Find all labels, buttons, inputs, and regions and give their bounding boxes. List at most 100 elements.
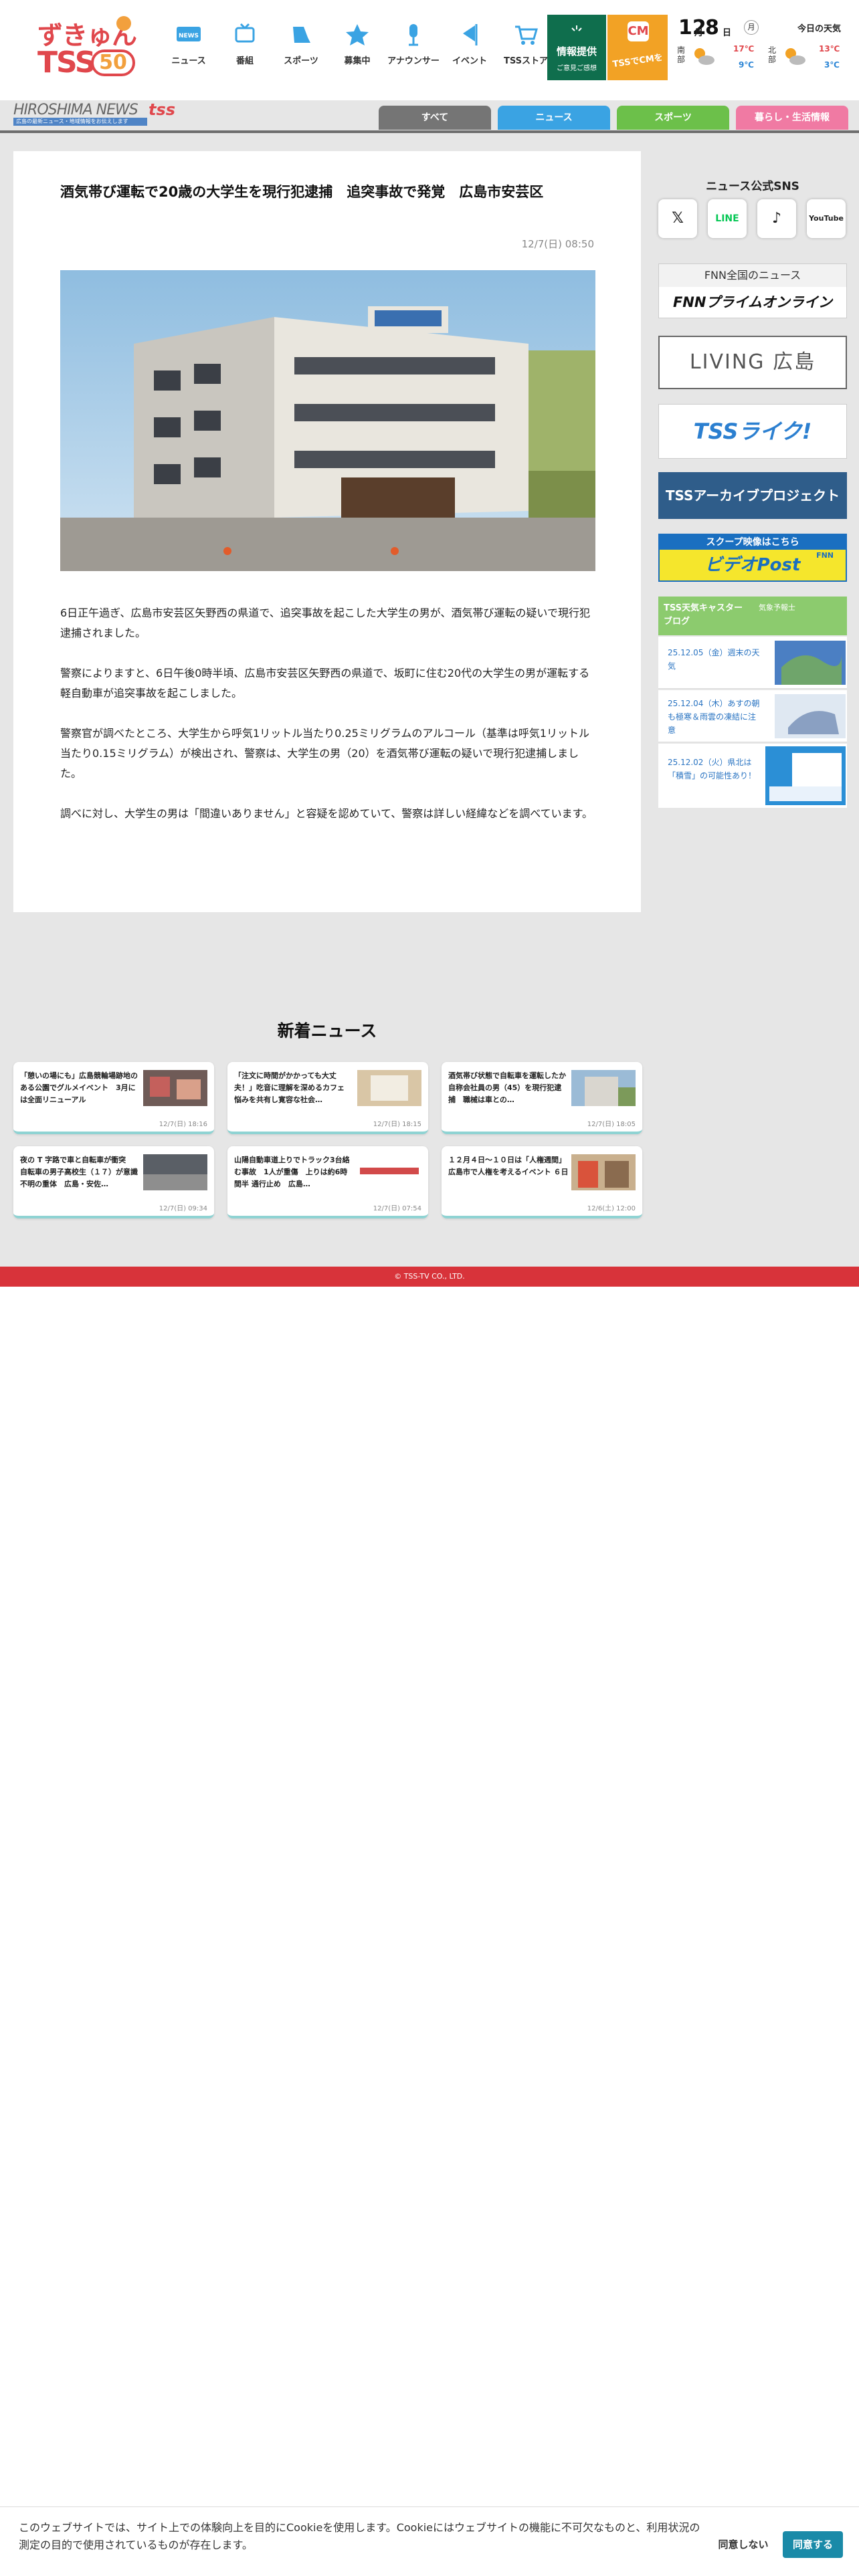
tiktok-icon[interactable]: ♪ xyxy=(757,199,796,238)
main-nav: NEWS ニュース 番組 スポーツ 募集中 アナウンサー イベント TSSストア xyxy=(161,23,554,76)
weekday-badge: 月 xyxy=(744,20,759,35)
tss-live-banner[interactable]: TSSライク! xyxy=(658,404,847,459)
nav-item-events[interactable]: イベント xyxy=(442,23,498,76)
flag-icon xyxy=(463,24,478,45)
news-card-date: 12/6(土) 12:00 xyxy=(587,1205,636,1212)
north-low-temp: 3℃ xyxy=(824,60,840,70)
nav-item-store[interactable]: TSSストア xyxy=(498,23,554,76)
weather-caster-title: TSS天気キャスター ブログ xyxy=(664,603,743,627)
cart-icon xyxy=(515,25,538,45)
news-card[interactable]: 夜の T 字路で車と自転車が衝突 自転車の男子高校生（１７）が意識不明の重体 広… xyxy=(13,1146,214,1218)
info-submission-button[interactable]: 情報提供 ご意見ご感想 xyxy=(547,15,606,80)
nav-item-programs[interactable]: 番組 xyxy=(217,23,273,76)
nav-item-label: 募集中 xyxy=(344,56,371,66)
news-card[interactable]: １２月４日～１０日は「人権週間」広島市で人権を考えるイベント ６日 12/6(土… xyxy=(442,1146,642,1218)
x-icon[interactable]: 𝕏 xyxy=(658,199,697,238)
cookie-text: このウェブサイトでは、サイト上での体験向上を目的にCookieを使用します。Co… xyxy=(19,2521,700,2551)
page-blank-area xyxy=(0,1287,859,2576)
fnn-prime-online-banner[interactable]: FNN全国のニュース FNNプライムオンライン xyxy=(658,263,847,318)
nav-item-label: 番組 xyxy=(235,56,254,66)
weather-caster-blog-banner[interactable]: TSS天気キャスター ブログ 気象予報士 xyxy=(658,597,847,635)
tab-all[interactable]: すべて xyxy=(379,106,491,130)
blog-entry-title: 25.12.02（火）県北は「積雪」の可能性あり！ xyxy=(668,758,757,780)
south-low-temp: 9℃ xyxy=(739,60,754,70)
sparkle-icon xyxy=(571,25,582,31)
video-post-banner[interactable]: スクープ映像はこちら ビデオPost FNN xyxy=(658,534,847,582)
date-day-unit: 日 xyxy=(723,28,732,38)
news-card[interactable]: 「憩いの場にも」広島競輪場跡地のある公園でグルメイベント 3月には全面リニューア… xyxy=(13,1062,214,1134)
article-body: 6日正午過ぎ、広島市安芸区矢野西の県道で、追突事故を起こした大学生の男が、酒気帯… xyxy=(60,603,595,844)
north-high-temp: 13℃ xyxy=(819,44,840,53)
fnn-banner-top: FNN全国のニュース xyxy=(659,264,846,287)
nav-item-label: スポーツ xyxy=(284,56,318,66)
nav-item-announcer[interactable]: アナウンサー xyxy=(385,23,442,76)
sun-cloud-icon xyxy=(785,48,805,65)
living-hiroshima-banner[interactable]: LIVING 広島 xyxy=(658,336,847,389)
news-card-date: 12/7(日) 18:15 xyxy=(373,1121,421,1128)
blog-entry-thumbnail xyxy=(765,746,846,805)
date-day: 8 xyxy=(705,16,719,39)
nav-item-label: TSSストア xyxy=(503,56,548,66)
nav-item-label: イベント xyxy=(452,56,487,66)
video-post-top: スクープ映像はこちら xyxy=(660,535,846,550)
news-card-title: 夜の T 字路で車と自転車が衝突 自転車の男子高校生（１７）が意識不明の重体 広… xyxy=(20,1156,138,1188)
site-logo[interactable]: ずきゅん TSS 50 xyxy=(33,15,140,82)
tab-news[interactable]: ニュース xyxy=(498,106,610,130)
cookie-accept-button[interactable]: 同意する xyxy=(783,2531,843,2558)
blog-entry[interactable]: 25.12.02（火）県北は「積雪」の可能性あり！ xyxy=(658,744,847,808)
news-card-thumbnail xyxy=(143,1154,207,1190)
news-card[interactable]: 山陽自動車道上りでトラック3台絡む事故 1人が重傷 上りは約6時間半 通行止め … xyxy=(227,1146,428,1218)
site-footer: © TSS-TV CO., LTD. xyxy=(0,1267,859,1287)
blog-entry-thumbnail xyxy=(775,694,846,738)
brand-tagline: 広島の最新ニュース・地域情報をお伝えします xyxy=(13,118,147,126)
blog-entry-title: 25.12.04（木）あすの朝も極寒＆雨雲の凍結に注意 xyxy=(668,699,760,735)
nav-item-label: アナウンサー xyxy=(387,56,440,66)
weather-caster-sub: 気象予報士 xyxy=(759,603,795,612)
hiroshima-news-logo[interactable]: HIROSHIMA NEWS tss 広島の最新ニュース・地域情報をお伝えします xyxy=(13,100,178,127)
news-card-date: 12/7(日) 18:05 xyxy=(587,1121,636,1128)
news-card-date: 12/7(日) 09:34 xyxy=(159,1205,207,1212)
nav-item-news[interactable]: NEWS ニュース xyxy=(161,23,217,76)
blog-entry[interactable]: 25.12.04（木）あすの朝も極寒＆雨雲の凍結に注意 xyxy=(658,690,847,742)
logo-text-tss: TSS xyxy=(37,45,96,80)
news-card[interactable]: 酒気帯び状態で自転車を運転したか 自称会社員の男（45）を現行犯逮捕 職械は車と… xyxy=(442,1062,642,1134)
sns-title: ニュース公式SNS xyxy=(706,180,799,193)
news-card-title: １２月４日～１０日は「人権週間」広島市で人権を考えるイベント ６日 xyxy=(448,1156,569,1176)
blog-entry[interactable]: 25.12.05（金）週末の天気 xyxy=(658,637,847,689)
sports-icon xyxy=(293,27,310,43)
article-paragraph: 6日正午過ぎ、広島市安芸区矢野西の県道で、追突事故を起こした大学生の男が、酒気帯… xyxy=(60,607,590,639)
news-card-date: 12/7(日) 18:16 xyxy=(159,1121,207,1128)
microphone-icon xyxy=(409,24,418,46)
cookie-deny-button[interactable]: 同意しない xyxy=(713,2531,773,2558)
region-south: 南部 xyxy=(677,45,686,64)
info-button-sublabel: ご意見ご感想 xyxy=(557,65,597,72)
line-icon[interactable]: LINE xyxy=(708,199,747,238)
news-card-thumbnail xyxy=(571,1154,636,1190)
south-high-temp: 17℃ xyxy=(733,44,755,53)
info-button-label: 情報提供 xyxy=(556,45,597,58)
news-card-title: 酒気帯び状態で自転車を運転したか 自称会社員の男（45）を現行犯逮捕 職械は車と… xyxy=(448,1071,569,1104)
news-icon-badge: NEWS xyxy=(179,33,199,39)
weather-widget[interactable]: 12 月 8 日 月 今日の天気 南部 17℃ 9℃ 北部 13℃ 3℃ xyxy=(674,13,855,83)
news-card-thumbnail xyxy=(143,1070,207,1106)
news-card[interactable]: 「注文に時間がかかっても大丈夫！」吃音に理解を深めるカフェ 悩みを共有し寛容な社… xyxy=(227,1062,428,1134)
brand-name: HIROSHIMA NEWS xyxy=(13,102,138,118)
fnn-banner-bottom: FNNプライムオンライン xyxy=(672,294,833,310)
article-card: 酒気帯び運転で20歳の大学生を現行犯逮捕 追突事故で発覚 広島市安芸区 12/7… xyxy=(13,151,641,912)
tabs-divider xyxy=(0,130,859,133)
nav-item-recruiting[interactable]: 募集中 xyxy=(329,23,385,76)
blog-entry-thumbnail xyxy=(775,641,846,685)
star-icon xyxy=(346,24,369,45)
cm-advertising-button[interactable]: CM TSSでCMを xyxy=(607,15,668,80)
new-news-heading: 新着ニュース xyxy=(277,1021,377,1041)
video-post-fnn: FNN xyxy=(816,551,834,560)
blog-entry-title: 25.12.05（金）週末の天気 xyxy=(668,648,760,671)
tss-archive-banner[interactable]: TSSアーカイブプロジェクト xyxy=(658,472,847,519)
tab-lifestyle[interactable]: 暮らし・生活情報 xyxy=(736,106,848,130)
tab-sports[interactable]: スポーツ xyxy=(617,106,729,130)
youtube-icon[interactable]: YouTube xyxy=(807,199,846,238)
nav-item-sports[interactable]: スポーツ xyxy=(273,23,329,76)
sun-cloud-icon xyxy=(694,48,714,65)
news-card-thumbnail xyxy=(357,1070,421,1106)
news-card-date: 12/7(日) 07:54 xyxy=(373,1205,421,1212)
